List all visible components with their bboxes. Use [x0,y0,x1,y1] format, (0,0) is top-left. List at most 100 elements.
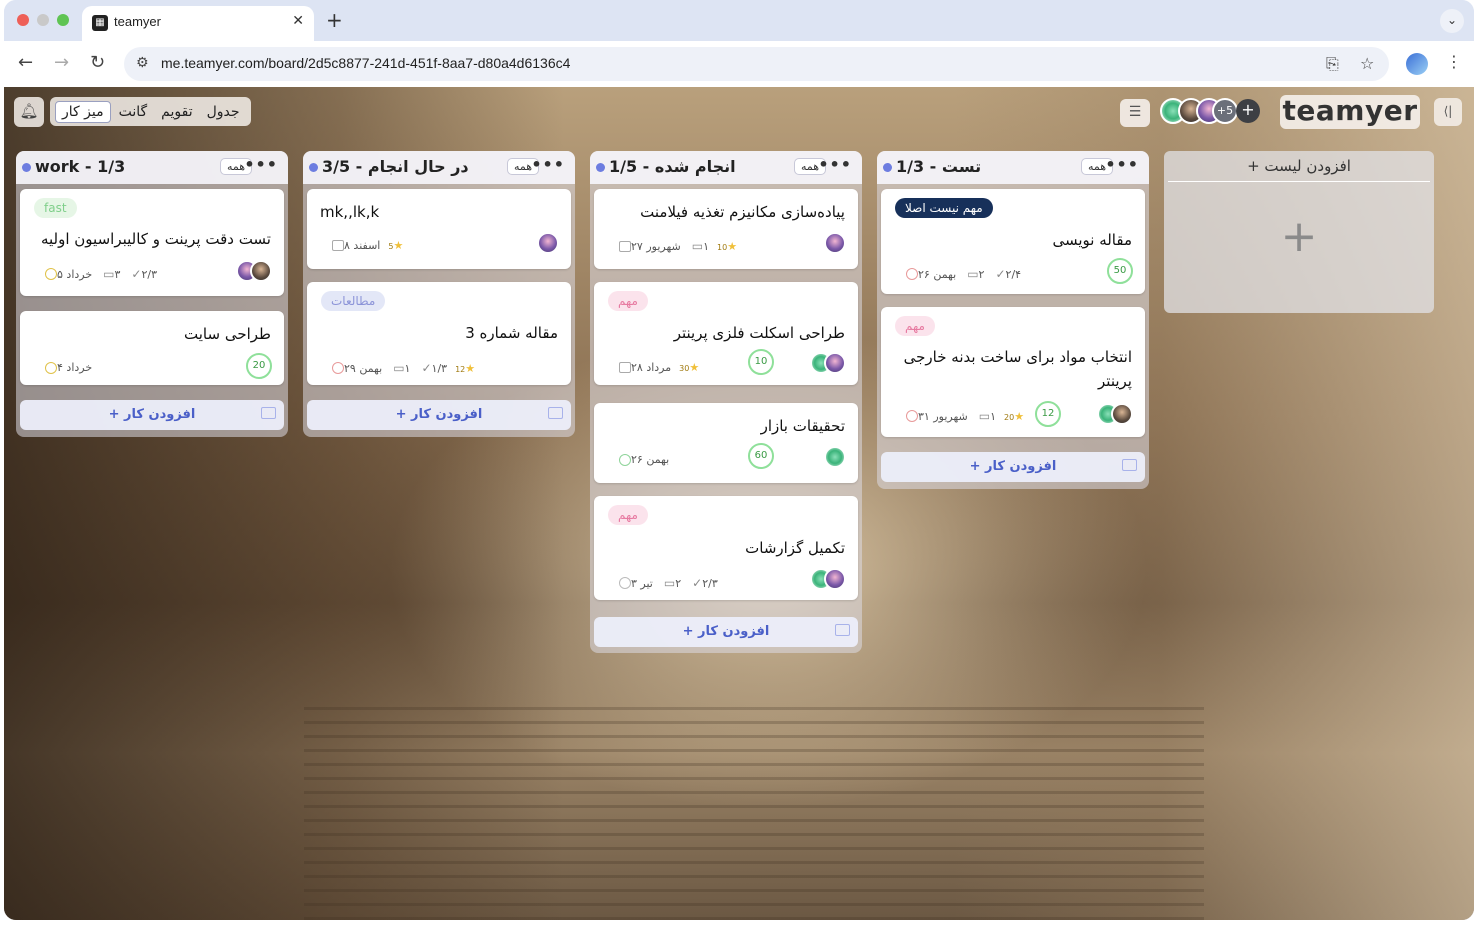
tab-table[interactable]: جدول [201,102,246,122]
card-template-icon[interactable] [261,407,276,419]
list-menu-icon[interactable]: ••• [244,155,278,174]
add-task-button[interactable]: + افزودن کار [881,452,1145,482]
install-app-icon[interactable]: ⎘ [1326,54,1339,74]
comment-icon: ▭ [691,239,704,253]
bookmark-star-icon[interactable]: ☆ [1360,54,1374,73]
add-list-panel[interactable]: + افزودن لیست + [1164,151,1434,313]
reload-button[interactable]: ↻ [90,52,105,73]
task-progress: 60 [742,443,774,469]
site-settings-icon[interactable]: ⚙ [136,55,149,71]
task-card[interactable]: طراحی سایت خرداد ۴ 20 [20,311,284,385]
divider [1168,181,1430,182]
board-members[interactable]: +5 + [1160,98,1260,126]
forward-button[interactable]: → [54,52,69,73]
add-list-label[interactable]: + افزودن لیست [1164,157,1434,175]
card-template-icon[interactable] [1122,459,1137,471]
assignee-avatar[interactable] [824,232,846,254]
browser-tab[interactable]: ▦ teamyer ✕ [82,6,314,41]
task-progress: 12 [1029,401,1061,427]
task-progress: 50 [1101,258,1133,284]
list-title[interactable]: در حال انجام - 3/5 [322,157,469,176]
list-title[interactable]: انجام شده - 1/5 [609,157,736,176]
tab-board[interactable]: میز کار [55,100,111,123]
add-member-button[interactable]: + [1236,99,1260,123]
task-card[interactable]: fast تست دقت پرینت و کالیبراسیون اولیه خ… [20,189,284,296]
task-card[interactable]: mk,,lk,k اسفند ۸ ★5 [307,189,571,269]
task-assignees[interactable] [236,260,272,282]
task-card[interactable]: مطالعات مقاله شماره 3 بهمن ۲۹ ▭ ۱ ✓ ۱/۳ ★1… [307,282,571,385]
card-template-icon[interactable] [835,624,850,636]
new-tab-button[interactable]: + [326,8,343,32]
card-template-icon[interactable] [548,407,563,419]
close-window-button[interactable] [17,14,29,26]
sidebar-toggle-icon[interactable]: ⟨| [1434,98,1462,126]
task-assignees[interactable] [537,232,559,254]
filter-button[interactable]: ☰ [1120,99,1150,127]
list-header: انجام شده - 1/5 همه ••• [590,151,862,184]
tab-search-button[interactable]: ⌄ [1440,9,1464,33]
task-card[interactable]: تحقیقات بازار بهمن ۲۶ 60 [594,403,858,483]
comment-count: ▭ ۱ [691,239,710,253]
task-card[interactable]: مهم تکمیل گزارشات تیر ۳ ▭ ۲ ✓ ۲/۳ [594,496,858,600]
due-date: خرداد ۵ [42,268,92,281]
clock-icon [619,453,631,466]
add-list-plus-icon[interactable]: + [1164,211,1434,262]
tab-gantt[interactable]: گانت [113,102,154,122]
close-tab-icon[interactable]: ✕ [292,13,304,29]
task-meta: بهمن ۲۶ [608,453,669,466]
list-title[interactable]: تست - 1/3 [896,157,981,176]
task-assignees[interactable] [810,568,846,590]
task-assignees[interactable] [824,232,846,254]
url-text[interactable]: me.teamyer.com/board/2d5c8877-241d-451f-… [161,55,570,71]
task-card[interactable]: مهم طراحی اسکلت فلزی پرینتر مرداد ۲۸ ★30… [594,282,858,385]
teamyer-favicon-icon: ▦ [92,15,108,31]
task-card[interactable]: مهم نیست اصلا مقاله نویسی بهمن ۲۶ ▭ ۲ ✓ ۲/… [881,189,1145,294]
calendar-icon [332,240,344,251]
task-card[interactable]: پیاده‌سازی مکانیزم تغذیه فیلامنت شهریور … [594,189,858,269]
list-menu-icon[interactable]: ••• [818,155,852,174]
comment-count: ▭ ۱ [393,361,411,375]
notification-bell-icon[interactable]: 🔔︎ [14,97,44,127]
address-bar[interactable]: ⚙ me.teamyer.com/board/2d5c8877-241d-451… [124,47,1389,81]
assignee-avatar[interactable] [1111,403,1133,425]
task-label: مهم نیست اصلا [895,198,993,218]
clock-icon [619,577,631,589]
list-menu-icon[interactable]: ••• [531,155,565,174]
due-date: اسفند ۸ [329,239,380,252]
task-meta: بهمن ۲۹ ▭ ۱ ✓ ۱/۳ ★12 [321,361,475,375]
profile-avatar[interactable] [1406,53,1428,75]
task-card[interactable]: مهم انتخاب مواد برای ساخت بدنه خارجی پری… [881,307,1145,437]
add-task-button[interactable]: + افزودن کار [594,617,858,647]
task-assignees[interactable] [810,352,846,374]
task-meta: بهمن ۲۶ ▭ ۲ ✓ ۲/۴ [895,267,1021,281]
progress-ring: 10 [748,349,774,375]
browser-menu-icon[interactable]: ⋮ [1446,52,1462,71]
back-button[interactable]: ← [18,52,33,73]
task-title: مقاله نویسی [1052,231,1132,249]
checklist-count: ✓ ۲/۳ [692,576,718,590]
calendar-icon [619,240,631,252]
task-label: مطالعات [321,291,386,311]
assignee-avatar[interactable] [537,232,559,254]
list-color-dot [883,163,892,172]
assignee-avatar[interactable] [824,446,846,468]
minimize-window-button[interactable] [37,14,49,26]
clock-icon [906,268,918,280]
task-assignees[interactable] [824,446,846,468]
add-task-button[interactable]: + افزودن کار [20,400,284,430]
maximize-window-button[interactable] [57,14,69,26]
tab-strip: ▦ teamyer ✕ + ⌄ [4,0,1474,41]
more-members-badge[interactable]: +5 [1212,98,1238,124]
task-assignees[interactable] [1097,403,1133,425]
task-progress: 10 [742,349,774,375]
list-column: تست - 1/3 همه ••• مهم نیست اصلا مقاله نو… [877,151,1149,489]
tab-calendar[interactable]: تقویم [155,102,198,122]
task-meta: مرداد ۲۸ ★30 [608,361,699,374]
assignee-avatar[interactable] [824,352,846,374]
list-menu-icon[interactable]: ••• [1105,155,1139,174]
assignee-avatar[interactable] [824,568,846,590]
assignee-avatar[interactable] [250,260,272,282]
due-date: شهریور ۲۷ [616,240,681,253]
add-task-button[interactable]: + افزودن کار [307,400,571,430]
list-title[interactable]: work - 1/3 [35,157,125,176]
